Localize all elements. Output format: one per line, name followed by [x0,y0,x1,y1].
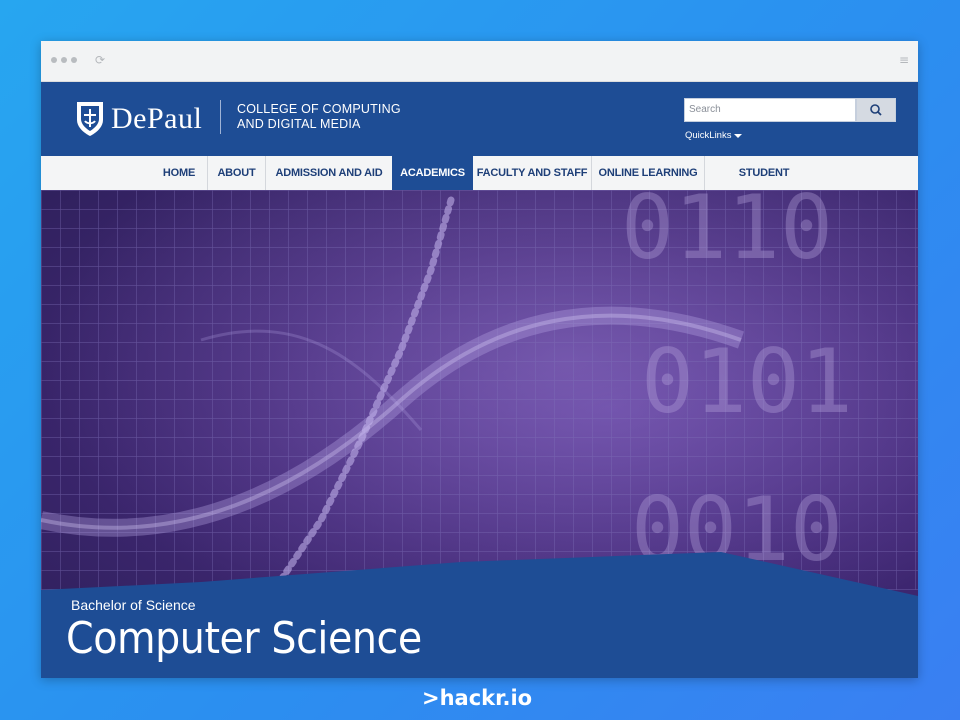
hackr-logo: >hackr.io [422,686,533,710]
search-input[interactable]: Search [684,98,856,122]
nav-item-student-resources[interactable]: STUDENT RESOURCES [705,156,823,213]
depaul-logo[interactable]: DePaul [75,100,202,138]
college-name-line2: AND DIGITAL MEDIA [237,117,361,131]
nav-item-online-learning[interactable]: ONLINE LEARNING [592,156,704,190]
brand-name: DePaul [111,102,203,135]
program-title: Computer Science [66,613,422,664]
binary-row-2: 0101 [641,330,853,433]
college-name-line1: COLLEGE OF COMPUTING [237,102,401,116]
caret-down-icon [734,133,743,138]
window-dot[interactable] [71,57,77,63]
browser-toolbar: ⟳ ≡ [41,41,918,82]
degree-subtitle: Bachelor of Science [71,597,196,613]
browser-window: ⟳ ≡ DePaul COLLEGE OF COMPUTING AND DIGI… [41,41,918,678]
menu-icon[interactable]: ≡ [899,53,909,67]
search-button[interactable] [856,98,896,122]
main-nav: HOME ABOUT ADMISSION AND AID ACADEMICS F… [41,156,918,213]
nav-item-about[interactable]: ABOUT [208,156,265,190]
search-icon [870,104,882,116]
site-header: DePaul COLLEGE OF COMPUTING AND DIGITAL … [41,82,918,156]
depaul-shield-icon [77,102,103,136]
quicklinks-dropdown[interactable]: QuickLinks [685,130,743,141]
college-name[interactable]: COLLEGE OF COMPUTING AND DIGITAL MEDIA [237,102,401,132]
binary-row-1: 0110 [621,190,833,279]
reload-icon[interactable]: ⟳ [95,53,105,67]
nav-item-home[interactable]: HOME [151,156,207,190]
nav-item-faculty-and-staff[interactable]: FACULTY AND STAFF [473,156,591,190]
quicklinks-label: QuickLinks [685,130,732,141]
nav-item-academics[interactable]: ACADEMICS [392,156,473,190]
window-dot[interactable] [51,57,57,63]
nav-item-admission-and-aid[interactable]: ADMISSION AND AID [266,156,392,190]
hero-banner: 0110 0101 0010 Bachelor of Science Compu… [41,190,918,678]
header-divider [220,100,221,134]
window-controls [51,57,77,63]
window-dot[interactable] [61,57,67,63]
